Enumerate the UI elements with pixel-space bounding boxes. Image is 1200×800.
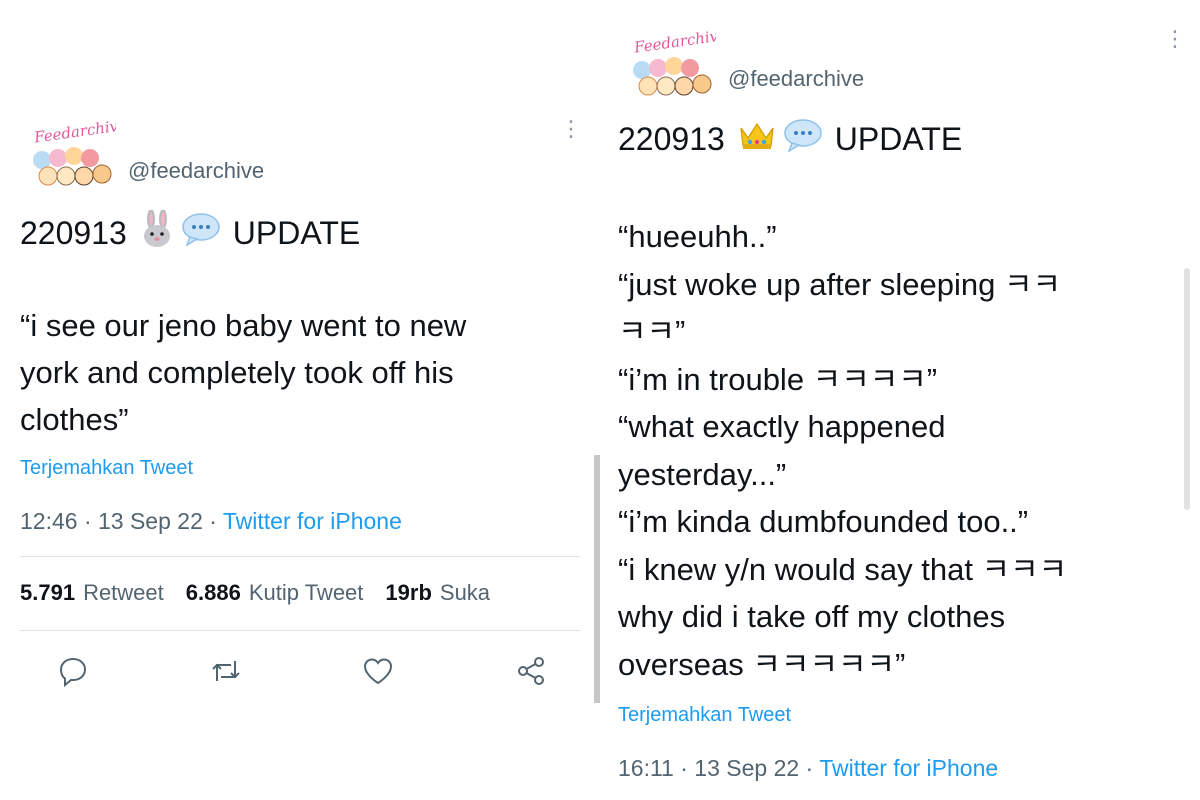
right-tweet-panel: Feedarchive @feedarchive ⋮ 220913 UPDATE… xyxy=(604,0,1200,800)
more-options-icon[interactable]: ⋮ xyxy=(1164,28,1186,50)
body-line: “what exactly happened xyxy=(618,409,946,444)
like-label: Suka xyxy=(439,580,491,605)
quote-count: 6.886 xyxy=(185,580,241,605)
like-count-stat[interactable]: 19rb Suka xyxy=(385,580,490,606)
body-line: “i knew y/n would say that ㅋㅋㅋ xyxy=(618,551,1068,587)
body-line: why did i take off my clothes xyxy=(618,599,1006,634)
tweet-timestamp: 16:11 · 13 Sep 22 · Twitter for iPhone xyxy=(618,755,998,782)
rabbit-face-icon xyxy=(139,209,175,256)
translate-tweet-link[interactable]: Terjemahkan Tweet xyxy=(20,457,193,480)
tweet-actions xyxy=(56,654,548,688)
more-options-icon[interactable]: ⋮ xyxy=(560,118,582,140)
body-line: york and completely took off his xyxy=(20,355,454,390)
scrollbar[interactable] xyxy=(1184,268,1190,510)
divider-line xyxy=(20,630,580,631)
body-line: overseas ㅋㅋㅋㅋㅋ” xyxy=(618,646,906,682)
retweet-count: 5.791 xyxy=(20,580,76,605)
translate-tweet-link[interactable]: Terjemahkan Tweet xyxy=(618,704,791,727)
svg-text:Feedarchive: Feedarchive xyxy=(632,28,716,57)
retweet-icon[interactable] xyxy=(209,654,243,688)
speech-bubble-icon xyxy=(783,118,823,160)
quote-label: Kutip Tweet xyxy=(248,580,364,605)
title-word: UPDATE xyxy=(232,214,361,251)
body-line: ㅋㅋ” xyxy=(618,314,686,349)
tweet-title: 220913 UPDATE xyxy=(20,209,361,256)
body-line: “hueeuhh..” xyxy=(618,219,777,254)
tweet-stats: 5.791 Retweet 6.886 Kutip Tweet 19rb Suka xyxy=(20,580,490,606)
body-line: yesterday...” xyxy=(618,456,787,492)
quote-count-stat[interactable]: 6.886 Kutip Tweet xyxy=(186,580,364,606)
speech-bubble-icon xyxy=(181,212,221,254)
reply-icon[interactable] xyxy=(56,654,90,688)
like-icon[interactable] xyxy=(361,654,395,688)
title-date: 220913 xyxy=(618,120,725,157)
retweet-count-stat[interactable]: 5.791 Retweet xyxy=(20,580,164,606)
svg-text:Feedarchive: Feedarchive xyxy=(32,118,116,147)
timestamp-text[interactable]: 12:46 · 13 Sep 22 · xyxy=(20,508,223,534)
tweet-title: 220913 UPDATE xyxy=(618,118,962,160)
share-icon[interactable] xyxy=(514,654,548,688)
avatar-logo[interactable]: Feedarchive xyxy=(28,118,116,188)
like-count: 19rb xyxy=(385,580,432,605)
title-word: UPDATE xyxy=(834,120,963,157)
timestamp-text[interactable]: 16:11 · 13 Sep 22 · xyxy=(618,755,819,781)
tweet-body: “i see our jeno baby went to new york an… xyxy=(20,302,466,443)
title-date: 220913 xyxy=(20,214,127,251)
tweet-body: “hueeuhh..” “just woke up after sleeping… xyxy=(618,213,1067,688)
tweet-handle[interactable]: @feedarchive xyxy=(728,66,864,92)
tweet-timestamp: 12:46 · 13 Sep 22 · Twitter for iPhone xyxy=(20,508,402,535)
tweet-source-link[interactable]: Twitter for iPhone xyxy=(819,755,998,781)
body-line: “i see our jeno baby went to new xyxy=(20,308,467,343)
tweet-handle[interactable]: @feedarchive xyxy=(128,158,264,184)
body-line: “i’m kinda dumbfounded too..” xyxy=(618,504,1029,539)
crown-icon xyxy=(737,118,777,160)
body-line: “just woke up after sleeping ㅋㅋ xyxy=(618,266,1062,302)
panel-divider xyxy=(594,455,600,703)
avatar-logo[interactable]: Feedarchive xyxy=(628,28,716,98)
retweet-label: Retweet xyxy=(83,580,164,605)
tweet-source-link[interactable]: Twitter for iPhone xyxy=(223,508,402,534)
divider-line xyxy=(20,556,580,557)
left-tweet-panel: Feedarchive @feedarchive ⋮ 220913 UPDATE… xyxy=(0,0,596,800)
body-line: clothes” xyxy=(20,402,129,437)
body-line: “i’m in trouble ㅋㅋㅋㅋ” xyxy=(618,361,938,397)
